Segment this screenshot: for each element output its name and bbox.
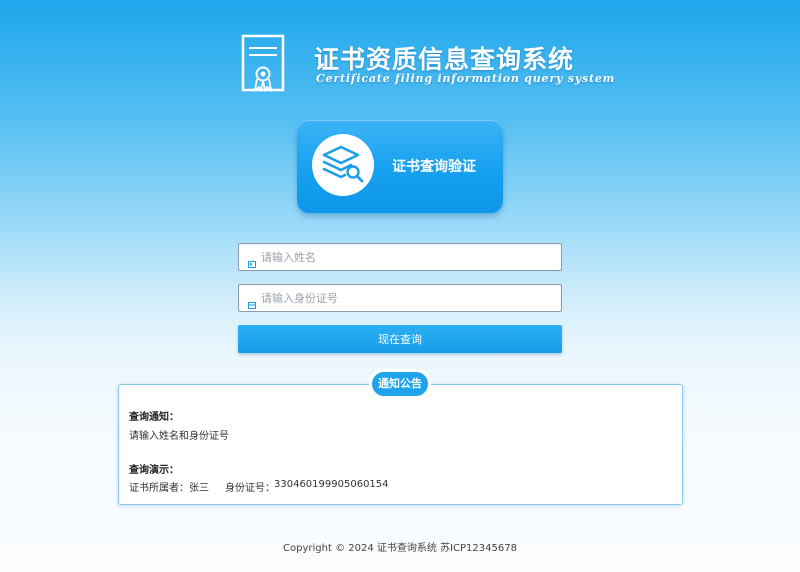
demo-id-value: 330460199905060154 <box>274 479 389 490</box>
query-button[interactable]: 现在查询 <box>238 325 562 353</box>
name-input[interactable] <box>261 244 551 270</box>
header: 证书资质信息查询系统 Certificate filing informatio… <box>240 34 614 96</box>
query-notice-text: 请输入姓名和身份证号 <box>129 431 229 442</box>
system-title: 证书资质信息查询系统 <box>314 45 575 74</box>
verify-icon-circle <box>312 134 374 196</box>
demo-owner-value: 张三 <box>189 483 209 494</box>
demo-title: 查询演示： <box>129 465 179 476</box>
query-notice-title: 查询通知： <box>129 412 179 423</box>
footer-copyright: Copyright © 2024 证书查询系统 苏ICP12345678 <box>283 543 517 554</box>
id-card-icon <box>248 253 256 268</box>
name-field[interactable] <box>238 243 562 271</box>
certificate-verify-card[interactable]: 证书查询验证 <box>297 120 503 213</box>
demo-id-label: 身份证号： <box>225 483 275 494</box>
id-number-input[interactable] <box>261 285 551 311</box>
certificate-icon <box>240 34 290 94</box>
id-number-field[interactable] <box>238 284 562 312</box>
system-subtitle: Certificate filing information query sys… <box>316 72 616 85</box>
demo-owner-label: 证书所属者： <box>129 483 189 494</box>
notice-badge: 通知公告 <box>372 372 428 396</box>
card-icon <box>248 294 256 309</box>
verify-card-label: 证书查询验证 <box>392 159 476 175</box>
